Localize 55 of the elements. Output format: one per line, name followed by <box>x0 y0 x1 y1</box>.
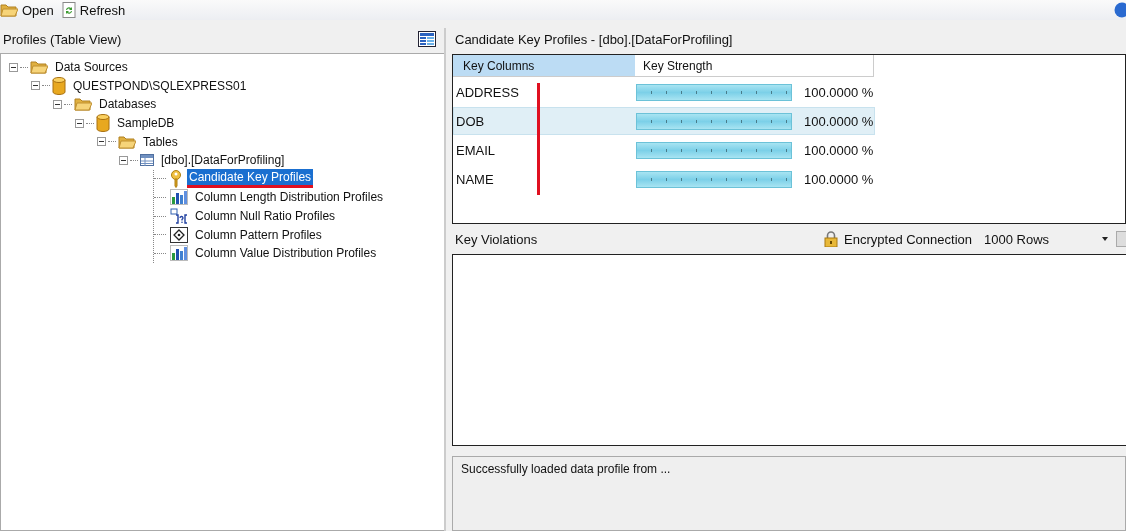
database-icon <box>96 114 110 133</box>
tree-item[interactable]: Column Null Ratio Profiles <box>193 208 338 225</box>
table-cell: 100.0000 % <box>804 113 874 129</box>
lock-icon <box>824 231 839 247</box>
table-cell: 100.0000 % <box>804 171 874 187</box>
tree-item[interactable]: Tables <box>141 133 180 150</box>
folder-icon <box>0 3 18 17</box>
table-cell-text: NAME <box>455 171 495 187</box>
database-icon <box>52 76 66 95</box>
tree-item[interactable]: QUESTPOND\SQLEXPRESS01 <box>71 77 249 94</box>
bar-chart-icon <box>170 189 188 206</box>
tree-item[interactable]: Data Sources <box>53 59 130 76</box>
collapse-icon[interactable] <box>53 100 62 109</box>
collapse-icon[interactable] <box>9 62 18 72</box>
bar-chart-icon <box>170 245 188 262</box>
table-cell-text: ADDRESS <box>455 84 520 100</box>
pattern-icon <box>170 226 188 243</box>
panel-title: Candidate Key Profiles - [dbo].[DataForProfiling] <box>455 31 733 47</box>
tree-item[interactable]: Candidate Key Profiles <box>187 169 314 189</box>
tree-item[interactable]: Column Length Distribution Profiles <box>193 189 386 206</box>
help-icon[interactable] <box>1114 2 1126 18</box>
table-icon <box>140 154 154 167</box>
table-row[interactable]: DOB 100.0000 % <box>453 107 875 135</box>
table-row[interactable]: ADDRESS 100.0000 % <box>453 78 875 106</box>
table-cell: 100.0000 % <box>804 84 874 100</box>
table-cell-text: EMAIL <box>455 142 496 158</box>
table-row[interactable]: EMAIL 100.0000 % <box>453 136 875 164</box>
table-view-icon[interactable] <box>418 31 436 47</box>
panel-title: Profiles (Table View) <box>3 31 122 47</box>
tree-item[interactable]: Databases <box>97 96 159 113</box>
tree-item[interactable]: [dbo].[DataForProfiling] <box>159 152 287 169</box>
folder-icon <box>74 97 92 112</box>
table-row[interactable]: NAME 100.0000 % <box>453 165 875 193</box>
toolbar-button[interactable]: Refresh <box>61 1 130 19</box>
tree-item[interactable]: Column Value Distribution Profiles <box>193 245 379 262</box>
panel-title: Key Violations <box>455 231 538 247</box>
column-header[interactable]: Key Columns <box>453 55 635 77</box>
collapse-icon[interactable] <box>31 81 40 91</box>
collapse-icon[interactable] <box>75 118 84 128</box>
table-cell: 100.0000 % <box>804 142 874 158</box>
key-icon <box>170 169 182 188</box>
refresh-icon <box>61 2 76 18</box>
column-header[interactable]: Key Strength <box>635 55 874 77</box>
caret-icon <box>1102 237 1108 241</box>
status-message: Successfully loaded data profile from ... <box>461 462 671 476</box>
folder-icon <box>118 134 136 149</box>
collapse-icon[interactable] <box>97 137 106 147</box>
null-ratio-icon <box>170 208 188 225</box>
table-cell-text: DOB <box>455 113 486 129</box>
connection-label: Encrypted Connection <box>844 231 972 247</box>
tree-item[interactable]: SampleDB <box>115 115 177 132</box>
folder-icon <box>30 60 48 75</box>
tree-item[interactable]: Column Pattern Profiles <box>193 226 324 243</box>
collapse-icon[interactable] <box>119 155 128 165</box>
toolbar-button[interactable]: Open <box>0 1 58 19</box>
